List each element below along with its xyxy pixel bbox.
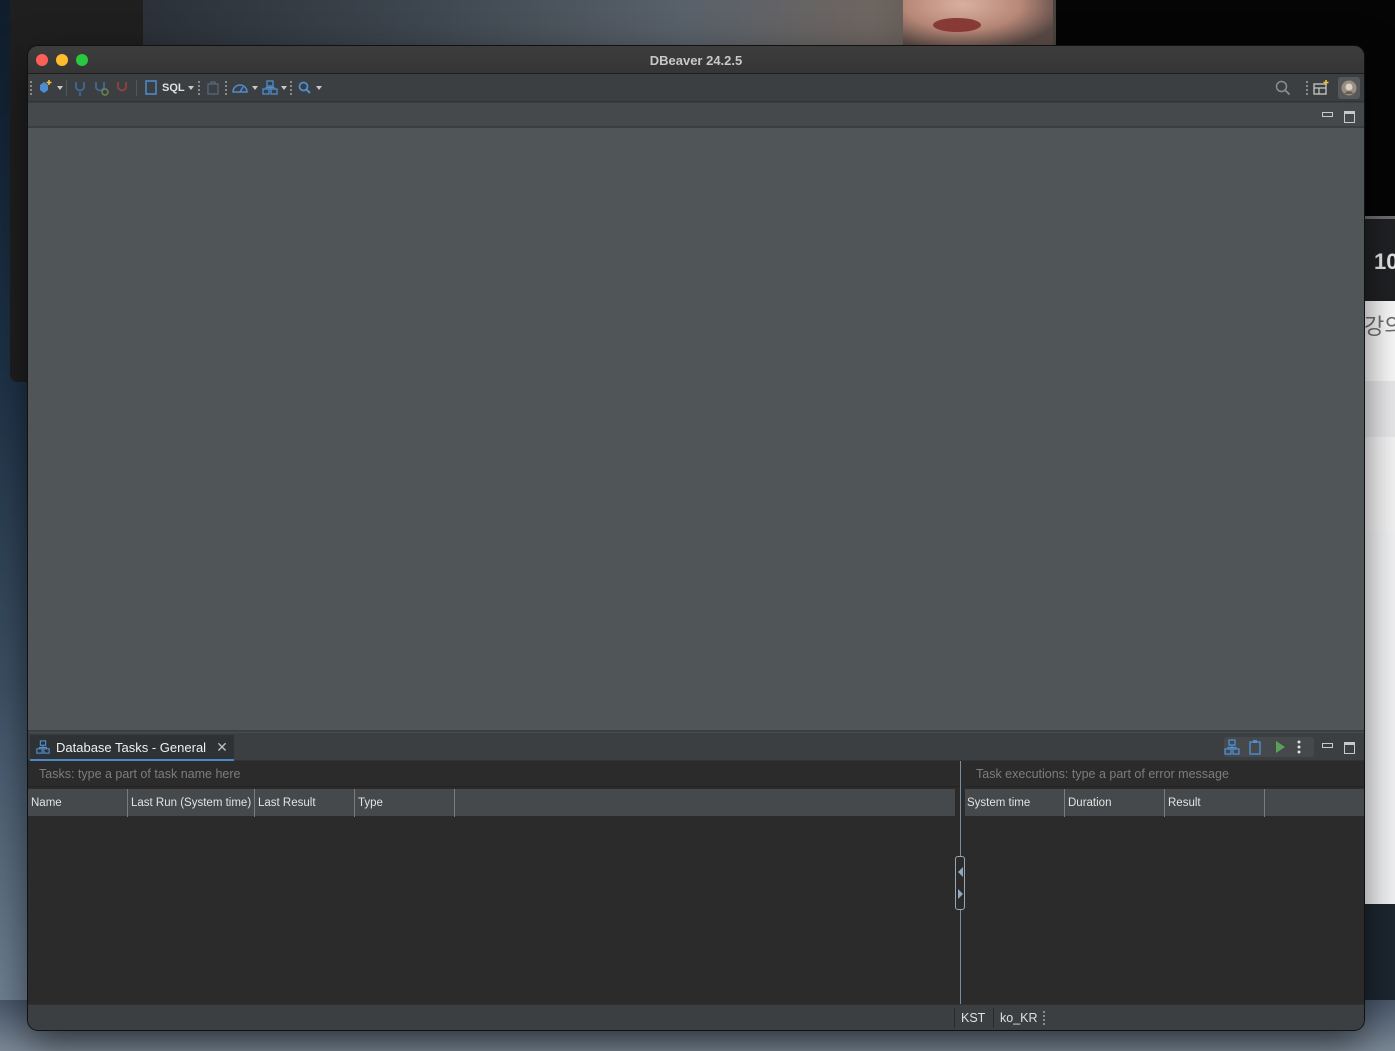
panel-tab-bar: Database Tasks - General ✕ <box>28 733 1364 761</box>
browser-band-light: 강의 <box>1364 301 1395 381</box>
column-header-last-run[interactable]: Last Run (System time) <box>128 789 255 817</box>
editor-maximize-button[interactable] <box>1343 109 1355 123</box>
video-frame-detail <box>933 18 981 32</box>
new-connection-button[interactable] <box>36 79 63 97</box>
column-header-result[interactable]: Result <box>1165 789 1265 817</box>
global-search-button[interactable] <box>1274 79 1292 97</box>
tab-label: Database Tasks - General <box>56 739 207 755</box>
sql-editor-icon <box>145 80 157 95</box>
disconnect-button[interactable] <box>114 79 130 97</box>
create-task-button[interactable] <box>1224 739 1240 755</box>
more-vertical-icon <box>1297 740 1301 754</box>
window-title: DBeaver 24.2.5 <box>649 53 743 68</box>
status-separator <box>954 1008 955 1028</box>
browser-korean-text: 강의 <box>1364 314 1395 339</box>
column-header-type[interactable]: Type <box>355 789 455 817</box>
column-header-duration[interactable]: Duration <box>1065 789 1165 817</box>
invalidate-reconnect-button[interactable] <box>92 79 110 97</box>
connect-button[interactable] <box>72 79 88 97</box>
tasks-table-body[interactable] <box>28 818 955 1005</box>
title-bar[interactable]: DBeaver 24.2.5 <box>28 46 1364 74</box>
toolbar-grip[interactable] <box>198 81 200 95</box>
toolbar-grip[interactable] <box>30 81 32 95</box>
editor-area[interactable] <box>28 128 1364 730</box>
browser-band-gray <box>1364 381 1395 437</box>
search-button[interactable] <box>297 79 322 97</box>
open-perspective-button[interactable] <box>1312 79 1330 97</box>
chevron-down-icon <box>187 86 194 90</box>
perspective-icon <box>1313 80 1329 95</box>
create-task-icon <box>1224 739 1240 755</box>
database-tasks-icon <box>262 80 278 95</box>
executions-table-header: System time Duration Result <box>965 789 1364 817</box>
database-tasks-icon <box>36 740 50 754</box>
executions-filter <box>965 761 1364 787</box>
panel-maximize-button[interactable] <box>1343 740 1355 754</box>
status-bar: KST ko_KR <box>28 1004 1364 1030</box>
connect-icon <box>75 82 85 96</box>
background-browser-window[interactable]: 10 강의 <box>1364 216 1395 904</box>
panel-toolbar <box>1224 737 1314 757</box>
editor-minimize-button[interactable] <box>1321 109 1333 121</box>
new-connection-icon <box>40 80 52 93</box>
background-video-window[interactable] <box>143 0 1056 46</box>
browser-number-text: 10 <box>1374 249 1395 274</box>
chevron-right-icon[interactable] <box>958 889 963 899</box>
tasks-filter <box>28 761 960 787</box>
column-header-name[interactable]: Name <box>28 789 128 817</box>
run-task-button[interactable] <box>1273 739 1287 755</box>
edit-task-button[interactable] <box>1247 739 1263 755</box>
dbeaver-window: DBeaver 24.2.5 SQL Database Tasks - Gene… <box>28 46 1364 1030</box>
executions-filter-input[interactable] <box>965 761 1364 787</box>
chevron-down-icon <box>252 86 258 90</box>
toolbar-grip[interactable] <box>225 81 227 95</box>
editor-area-header <box>28 103 1364 127</box>
dbeaver-perspective-button[interactable] <box>1338 77 1360 99</box>
browser-band-lighter <box>1364 437 1395 533</box>
chevron-down-icon <box>57 86 63 90</box>
run-icon <box>1276 741 1285 753</box>
panel-minimize-button[interactable] <box>1321 740 1333 752</box>
status-bar-grip[interactable] <box>1043 1011 1045 1025</box>
database-tasks-button[interactable] <box>262 79 287 97</box>
database-tasks-panel: Database Tasks - General ✕ Tasks: type a… <box>28 732 1364 1005</box>
tasks-filter-input[interactable] <box>28 761 960 787</box>
tasks-table-header: Name Last Run (System time) Last Result … <box>28 789 955 817</box>
clipboard-icon <box>1249 740 1261 755</box>
toolbar-separator <box>66 80 67 96</box>
timezone-indicator[interactable]: KST <box>961 1011 985 1025</box>
chevron-down-icon <box>316 86 322 90</box>
toolbar-grip[interactable] <box>290 81 292 95</box>
column-header-last-result[interactable]: Last Result <box>255 789 355 817</box>
main-toolbar: SQL <box>28 74 1364 102</box>
status-separator <box>993 1008 994 1028</box>
chevron-down-icon <box>281 86 287 90</box>
panel-splitter-handle[interactable] <box>955 856 965 910</box>
performance-dashboard-icon <box>232 84 248 93</box>
search-icon <box>298 81 311 94</box>
view-menu-button[interactable] <box>1296 739 1302 755</box>
invalidate-reconnect-icon <box>95 82 109 96</box>
chevron-left-icon[interactable] <box>958 867 963 877</box>
column-header-system-time[interactable]: System time <box>965 789 1065 817</box>
performance-dashboard-button[interactable] <box>231 79 258 97</box>
toolbar-separator <box>136 80 137 96</box>
executions-table-body[interactable] <box>965 818 1364 1005</box>
transaction-mode-button[interactable] <box>205 79 221 97</box>
locale-indicator[interactable]: ko_KR <box>1000 1011 1038 1025</box>
browser-band-dark: 10 <box>1364 219 1395 301</box>
toolbar-grip[interactable] <box>1306 81 1308 95</box>
transaction-mode-icon <box>207 81 219 95</box>
user-avatar-icon <box>1341 80 1357 96</box>
sql-button-label: SQL <box>162 82 185 94</box>
sql-editor-button[interactable]: SQL <box>144 79 194 97</box>
close-tab-button[interactable]: ✕ <box>216 740 228 754</box>
tab-database-tasks[interactable]: Database Tasks - General ✕ <box>30 735 234 761</box>
global-search-icon <box>1275 80 1291 96</box>
disconnect-icon <box>117 82 127 92</box>
